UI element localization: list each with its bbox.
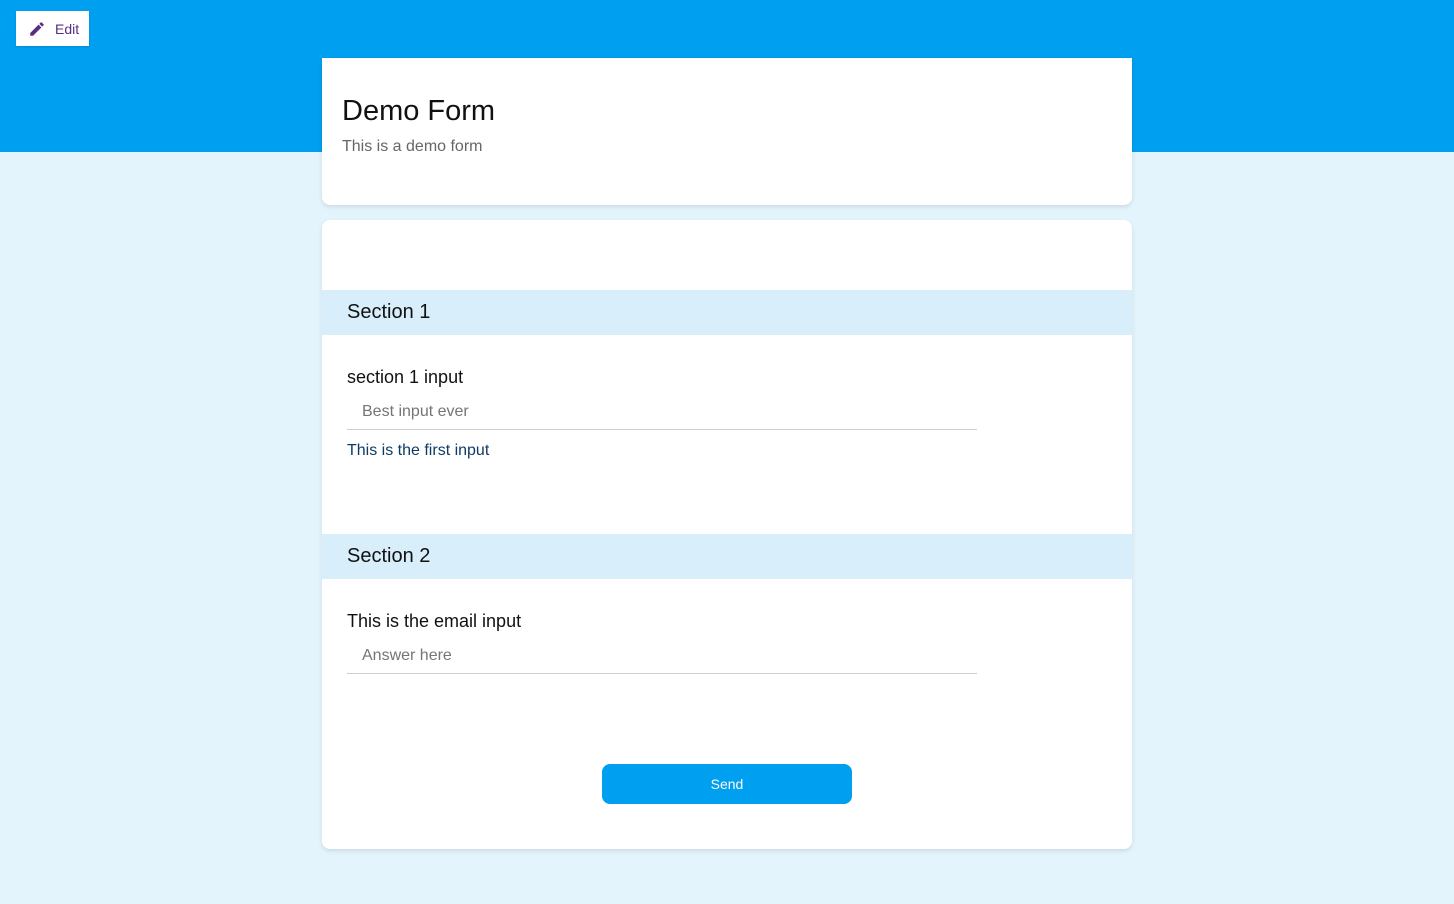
email-input[interactable] (347, 638, 977, 674)
edit-button[interactable]: Edit (16, 11, 89, 46)
form-title: Demo Form (342, 95, 496, 127)
section-1-input[interactable] (347, 394, 977, 430)
edit-button-label: Edit (55, 20, 80, 37)
section-1-input-helper: This is the first input (347, 442, 490, 459)
section-1-input-label: section 1 input (347, 367, 464, 387)
pencil-icon (28, 20, 46, 38)
section-1-header: Section 1 (322, 290, 1132, 335)
form-body-card: Section 1 section 1 input This is the fi… (322, 220, 1132, 849)
section-2-title: Section 2 (347, 545, 431, 567)
form-header-card: Demo Form This is a demo form (322, 58, 1132, 205)
section-2-header: Section 2 (322, 534, 1132, 579)
section-1-title: Section 1 (347, 301, 431, 323)
form-description: This is a demo form (342, 138, 483, 155)
email-input-label: This is the email input (347, 611, 522, 631)
send-button[interactable]: Send (602, 764, 852, 804)
